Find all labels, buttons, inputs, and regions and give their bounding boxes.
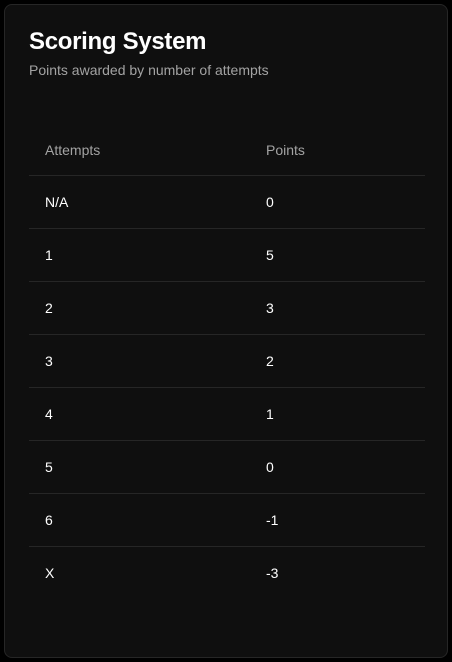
points-cell: 0 bbox=[250, 440, 425, 494]
attempts-cell: 6 bbox=[29, 493, 250, 547]
table-row: X -3 bbox=[29, 546, 425, 599]
card-title: Scoring System bbox=[29, 28, 207, 55]
points-cell: -1 bbox=[250, 493, 425, 547]
attempts-cell: 3 bbox=[29, 334, 250, 388]
table-row: 3 2 bbox=[29, 334, 425, 388]
attempts-cell: N/A bbox=[29, 175, 250, 229]
table-row: 5 0 bbox=[29, 440, 425, 494]
scoring-system-card: Scoring System Points awarded by number … bbox=[4, 4, 448, 658]
points-cell: 3 bbox=[250, 281, 425, 335]
points-cell: 0 bbox=[250, 175, 425, 229]
points-cell: 5 bbox=[250, 228, 425, 282]
attempts-cell: 4 bbox=[29, 387, 250, 441]
points-cell: -3 bbox=[266, 564, 279, 581]
table-header-row: Attempts Points bbox=[29, 125, 425, 176]
attempts-cell: X bbox=[45, 564, 55, 581]
attempts-cell: 5 bbox=[29, 440, 250, 494]
table-row: 4 1 bbox=[29, 387, 425, 441]
points-cell: 2 bbox=[250, 334, 425, 388]
table-row: 6 -1 bbox=[29, 493, 425, 547]
table-row: N/A 0 bbox=[29, 175, 425, 229]
table-row: 1 5 bbox=[29, 228, 425, 282]
points-cell: 1 bbox=[250, 387, 425, 441]
column-header-attempts: Attempts bbox=[29, 125, 250, 176]
scoring-table: Attempts Points N/A 0 1 5 2 3 3 2 4 1 5 … bbox=[29, 125, 425, 599]
table-row: 2 3 bbox=[29, 281, 425, 335]
column-header-points: Points bbox=[250, 125, 425, 176]
card-subtitle: Points awarded by number of attempts bbox=[29, 62, 269, 78]
attempts-cell: 1 bbox=[29, 228, 250, 282]
attempts-cell: 2 bbox=[29, 281, 250, 335]
